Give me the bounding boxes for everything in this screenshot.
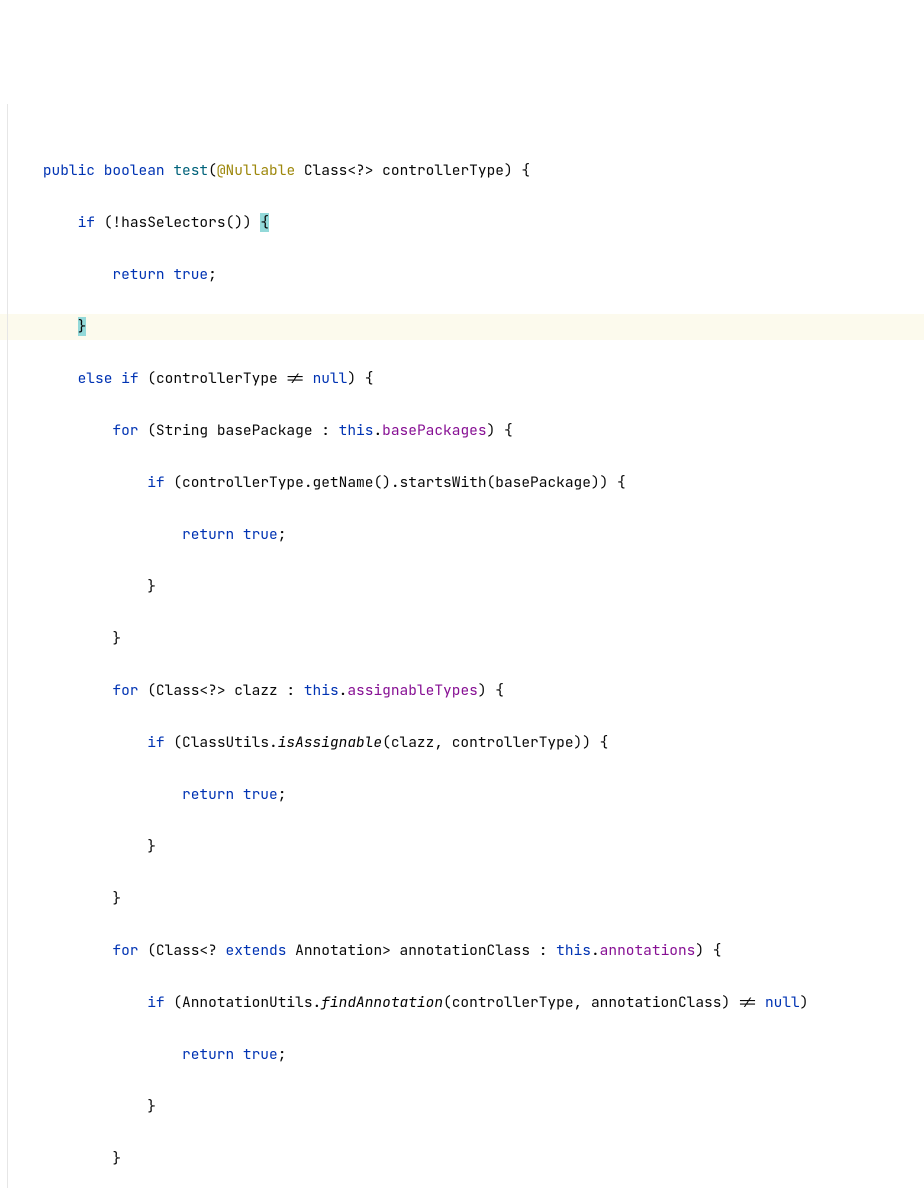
code-line: } (0, 1094, 924, 1120)
code-line: return true; (0, 782, 924, 808)
gutter (0, 104, 8, 1188)
code-line: return true; (0, 1042, 924, 1068)
code-line: } (0, 574, 924, 600)
code-line: else if (controllerType != null) { (0, 366, 924, 392)
code-line: for (Class<?> clazz : this.assignableTyp… (0, 678, 924, 704)
code-line: } (0, 1146, 924, 1172)
code-line: for (String basePackage : this.basePacka… (0, 418, 924, 444)
code-line-current: } (0, 314, 924, 340)
code-line: } (0, 834, 924, 860)
code-line: for (Class<? extends Annotation> annotat… (0, 938, 924, 964)
code-line: public boolean test(@Nullable Class<?> c… (0, 158, 924, 184)
code-line: if (AnnotationUtils.findAnnotation(contr… (0, 990, 924, 1016)
code-line: } (0, 886, 924, 912)
code-line: return true; (0, 522, 924, 548)
code-line: } (0, 626, 924, 652)
code-line: if (controllerType.getName().startsWith(… (0, 470, 924, 496)
code-line: return true; (0, 262, 924, 288)
code-editor[interactable]: public boolean test(@Nullable Class<?> c… (0, 104, 924, 1188)
code-line: if (!hasSelectors()) { (0, 210, 924, 236)
code-line: if (ClassUtils.isAssignable(clazz, contr… (0, 730, 924, 756)
